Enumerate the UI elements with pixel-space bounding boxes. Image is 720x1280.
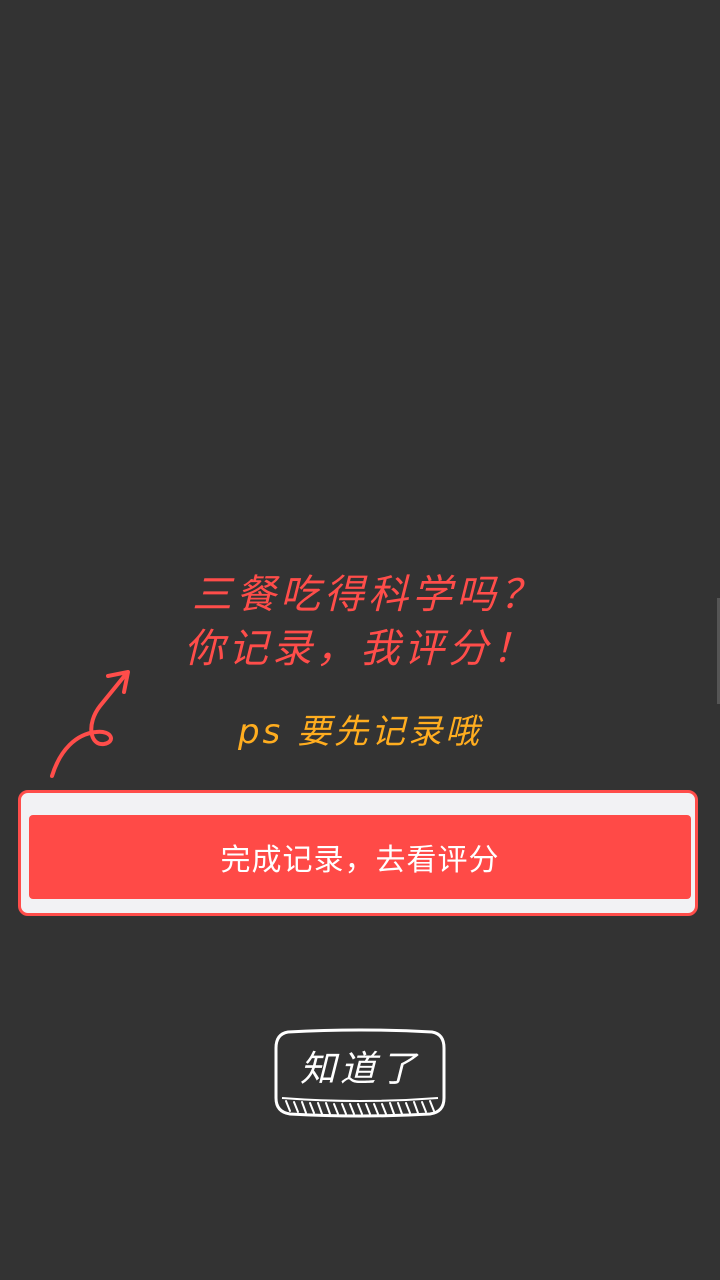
- guide-headline-line1: 三餐吃得科学吗？: [192, 572, 544, 618]
- ps-note: ps 要先记录哦: [237, 712, 483, 752]
- got-it-label: 知道了: [299, 1049, 420, 1090]
- guide-overlay: 三餐吃得科学吗？ 你记录，我评分！ ps 要先记录哦 完成记录，去看评分 知道了: [0, 0, 720, 1280]
- got-it-button[interactable]: 知道了: [274, 1028, 446, 1120]
- complete-record-button[interactable]: 完成记录，去看评分: [29, 815, 691, 899]
- highlight-frame: 完成记录，去看评分: [18, 790, 698, 916]
